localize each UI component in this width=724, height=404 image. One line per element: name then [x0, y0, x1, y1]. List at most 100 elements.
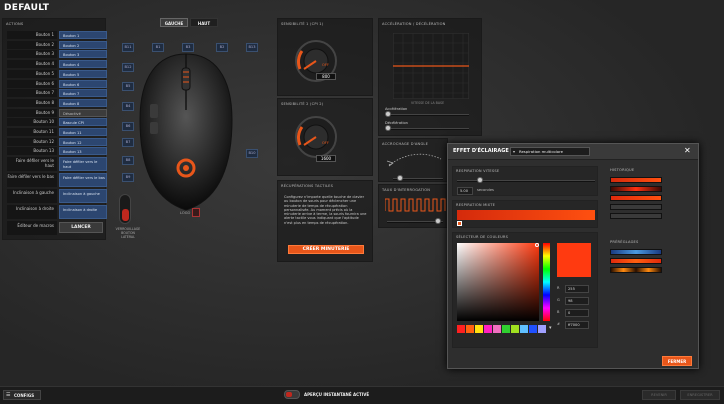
sensitivity2-value[interactable]: 1600	[316, 155, 336, 162]
action-assign-button[interactable]: Faire défiler vers le haut	[59, 157, 107, 171]
action-row-label: Bouton 13	[7, 147, 57, 156]
action-assign-button[interactable]: Bouton 8	[59, 98, 107, 107]
close-dialog-button[interactable]: FERMER	[662, 356, 692, 366]
effect-dropdown[interactable]: ▾ Respiration multicolore	[510, 147, 590, 156]
decel-slider-knob[interactable]	[385, 125, 391, 131]
revert-button[interactable]: REVENIR	[642, 390, 676, 400]
action-row-label: Bouton 11	[7, 128, 57, 136]
action-row-label: Bouton 3	[7, 50, 57, 59]
action-assign-button[interactable]: Bouton 11	[59, 128, 107, 136]
mouse-zone-button[interactable]: B4	[122, 102, 134, 111]
palette-swatch[interactable]	[520, 325, 528, 333]
history-item[interactable]	[610, 213, 662, 219]
decel-slider-track[interactable]	[387, 128, 469, 130]
palette-swatch[interactable]	[538, 325, 546, 333]
action-assign-button[interactable]: Bascule CPI	[59, 118, 107, 127]
action-assign-button[interactable]: Bouton 1	[59, 31, 107, 39]
action-assign-button[interactable]: Bouton 4	[59, 60, 107, 69]
accel-slider-knob[interactable]	[385, 111, 391, 117]
polling-header: TAUX D'INTERROGATION	[382, 188, 431, 192]
launch-macro-button[interactable]: LANCER	[59, 222, 103, 233]
logo-zone-button[interactable]	[192, 208, 200, 217]
side-lock-toggle[interactable]	[119, 194, 131, 224]
color-field[interactable]	[457, 243, 539, 321]
hex-input[interactable]: ff7000	[565, 321, 589, 329]
action-assign-button[interactable]: Bouton 5	[59, 69, 107, 78]
mouse-zone-button[interactable]: B6	[122, 122, 134, 131]
action-row-label: Bouton 2	[7, 40, 57, 49]
g-input[interactable]: 98	[565, 297, 589, 305]
preset-item[interactable]	[610, 249, 662, 255]
action-assign-button[interactable]: Faire défiler vers le bas	[59, 173, 107, 187]
palette-swatch[interactable]	[493, 325, 501, 333]
chevron-down-icon[interactable]: ▾	[549, 325, 552, 331]
preset-item[interactable]	[610, 258, 662, 264]
logo-label: LOGO	[180, 211, 191, 215]
action-assign-button[interactable]: Bouton 6	[59, 79, 107, 88]
sensitivity2-dial[interactable]	[294, 115, 338, 159]
mouse-zone-button[interactable]: B2	[216, 43, 228, 52]
history-item[interactable]	[610, 177, 662, 183]
tab-top[interactable]: HAUT	[190, 18, 218, 27]
palette-swatch[interactable]	[484, 325, 492, 333]
r-input[interactable]: 255	[565, 285, 589, 293]
tab-left[interactable]: GAUCHE	[160, 18, 188, 27]
action-assign-button[interactable]: Désactivé	[59, 108, 107, 117]
macro-editor-label: Éditeur de macros	[7, 221, 57, 235]
action-assign-button[interactable]: Bouton 12	[59, 137, 107, 146]
action-row: Bouton 12 Bouton 12	[7, 137, 107, 147]
close-icon[interactable]: ✕	[684, 146, 691, 156]
palette-swatch[interactable]	[502, 325, 510, 333]
mouse-zone-button[interactable]: B11	[122, 43, 134, 52]
palette-swatch[interactable]	[529, 325, 537, 333]
action-row: Inclinaison à gauche Inclinaison à gauche	[7, 189, 107, 204]
speed-slider-knob[interactable]	[477, 177, 483, 183]
presets-section: PRÉRÉGLAGES	[606, 238, 694, 288]
mouse-zone-button[interactable]: B9	[122, 173, 134, 182]
b-input[interactable]: 0	[565, 309, 589, 317]
action-assign-button[interactable]: Inclinaison à droite	[59, 205, 107, 219]
preset-item[interactable]	[610, 267, 662, 273]
action-assign-button[interactable]: Bouton 13	[59, 147, 107, 156]
hue-slider[interactable]	[543, 243, 550, 321]
accel-slider-track[interactable]	[387, 114, 469, 116]
palette-swatch[interactable]	[457, 325, 465, 333]
mouse-zone-button[interactable]: B8	[122, 156, 134, 165]
action-assign-button[interactable]: Bouton 2	[59, 40, 107, 49]
palette-swatch[interactable]	[511, 325, 519, 333]
preview-label: APERÇU INSTANTANÉ ACTIVÉ	[304, 392, 370, 397]
history-item[interactable]	[610, 204, 662, 210]
mouse-zone-button[interactable]: B12	[122, 63, 134, 72]
mouse-zone-button[interactable]: B5	[122, 82, 134, 91]
mouse-zone-button[interactable]: B10	[246, 149, 258, 158]
palette-swatch[interactable]	[466, 325, 474, 333]
history-item[interactable]	[610, 195, 662, 201]
sensitivity2-off-label: OFF	[322, 141, 329, 145]
speed-input[interactable]: 5.00	[457, 187, 473, 195]
history-header: HISTORIQUE	[610, 168, 635, 172]
action-row-label: Bouton 10	[7, 118, 57, 127]
action-row-label: Faire défiler vers le haut	[7, 157, 57, 171]
create-timer-button[interactable]: CRÉER MINUTERIE	[288, 245, 364, 254]
mouse-zone-button[interactable]: B13	[246, 43, 258, 52]
history-item[interactable]	[610, 186, 662, 192]
angle-slider-knob[interactable]	[397, 175, 403, 181]
mouse-zone-button[interactable]: B1	[152, 43, 164, 52]
mouse-zone-button[interactable]: B3	[182, 43, 194, 52]
sensitivity1-value[interactable]: 800	[316, 73, 336, 80]
gradient-stop-marker[interactable]	[457, 221, 462, 226]
save-button[interactable]: ENREGISTRER	[680, 390, 720, 400]
action-assign-button[interactable]: Bouton 7	[59, 89, 107, 98]
preview-toggle[interactable]	[284, 390, 300, 399]
action-row: Bouton 5 Bouton 5	[7, 69, 107, 79]
polling-slider-knob[interactable]	[435, 218, 441, 224]
color-field-cursor[interactable]	[535, 243, 539, 247]
angle-header: ACCROCHAGE D'ANGLE	[382, 142, 429, 146]
action-assign-button[interactable]: Inclinaison à gauche	[59, 189, 107, 203]
r-label: R	[557, 286, 560, 290]
gradient-bar[interactable]	[457, 210, 595, 220]
palette-swatch[interactable]	[475, 325, 483, 333]
mouse-zone-button[interactable]: B7	[122, 138, 134, 147]
action-assign-button[interactable]: Bouton 3	[59, 50, 107, 59]
configs-button[interactable]: ☰ CONFIGS	[3, 390, 41, 400]
